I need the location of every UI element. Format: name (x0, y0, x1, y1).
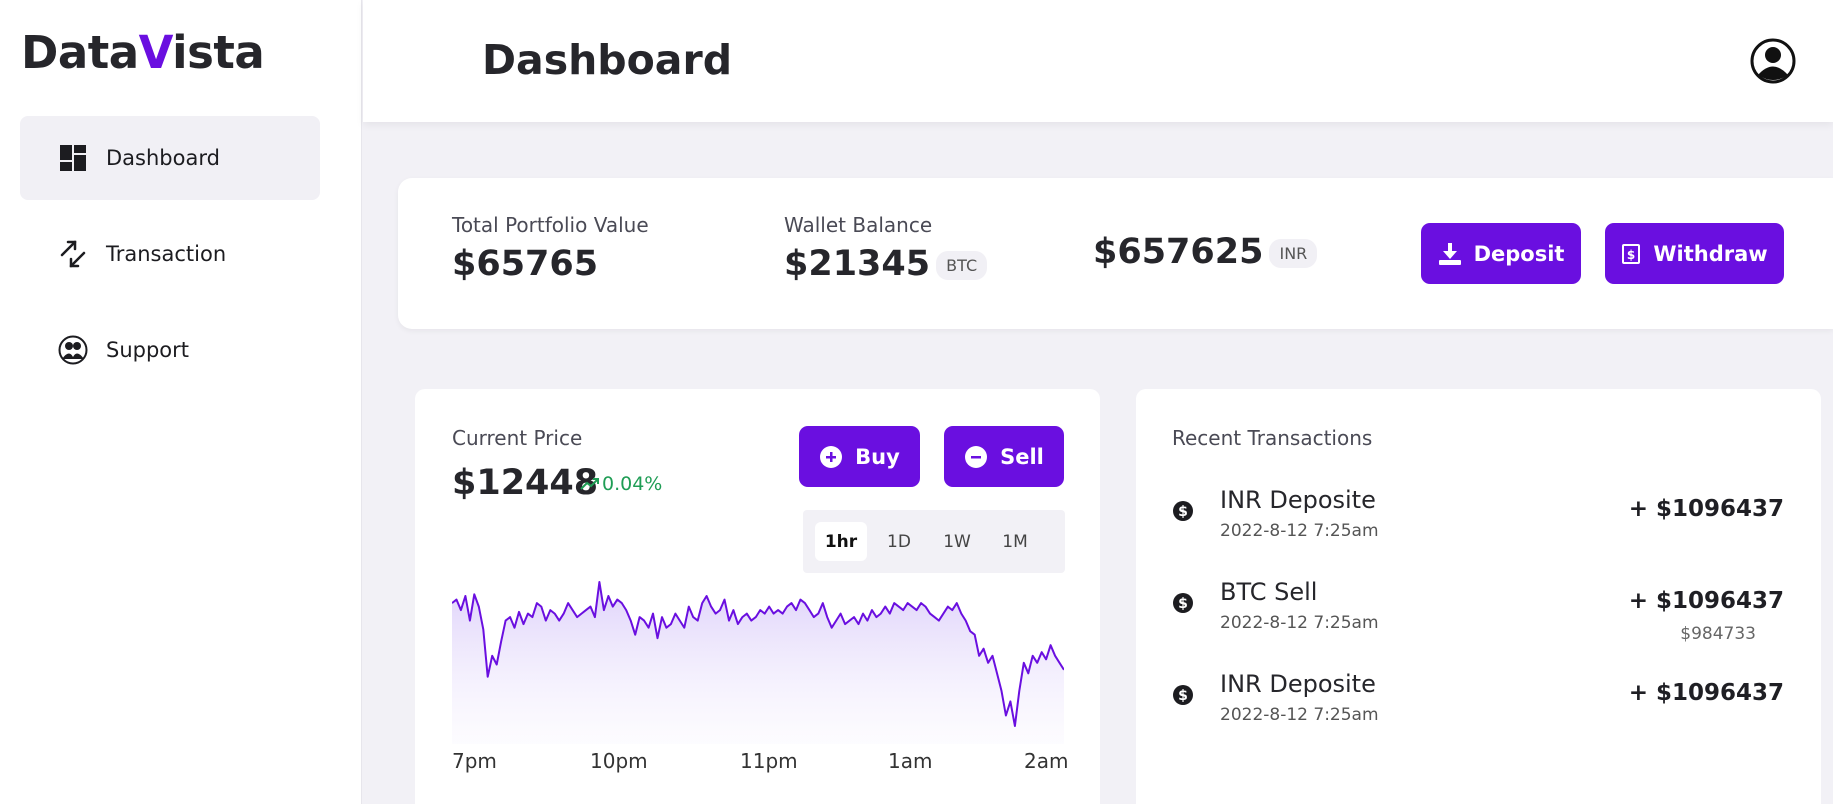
sidebar: DataVista Dashboard Transaction Support (0, 0, 362, 804)
recent-transactions-card: Recent Transactions $ INR Deposite 2022-… (1136, 389, 1821, 804)
svg-text:$: $ (1627, 248, 1635, 262)
transaction-name: INR Deposite (1220, 670, 1376, 698)
buy-label: Buy (855, 444, 900, 469)
transaction-amount: + $1096437 (1628, 496, 1784, 522)
sidebar-item-dashboard[interactable]: Dashboard (20, 116, 320, 200)
wallet-inr-balance: $657625 INR (1093, 232, 1318, 272)
transaction-name: INR Deposite (1220, 486, 1376, 514)
dashboard-icon (58, 143, 88, 173)
transaction-date: 2022-8-12 7:25am (1220, 613, 1379, 633)
sidebar-item-transaction[interactable]: Transaction (20, 212, 320, 296)
minus-circle-icon (965, 445, 988, 468)
dollar-coin-icon: $ (1173, 685, 1193, 705)
transaction-amount: + $1096437 (1628, 680, 1784, 706)
currency-badge-inr: INR (1269, 238, 1318, 268)
transaction-row[interactable]: $ INR Deposite 2022-8-12 7:25am + $10964… (1172, 670, 1784, 740)
x-tick-label: 2am (1024, 749, 1069, 773)
support-people-icon (58, 335, 88, 365)
chart-area-fill (452, 582, 1064, 744)
x-tick-label: 11pm (740, 749, 798, 773)
transaction-name: BTC Sell (1220, 578, 1318, 606)
deposit-button[interactable]: Deposit (1421, 223, 1581, 284)
svg-text:$: $ (1178, 596, 1188, 612)
cash-note-icon: $ (1622, 243, 1641, 264)
timeframe-selector: 1hr 1D 1W 1M (803, 510, 1065, 573)
trending-up-icon (580, 478, 599, 490)
transaction-date: 2022-8-12 7:25am (1220, 521, 1379, 541)
transaction-row[interactable]: $ BTC Sell 2022-8-12 7:25am + $1096437 $… (1172, 578, 1784, 648)
price-change: 0.04% (580, 473, 662, 495)
withdraw-button[interactable]: $ Withdraw (1605, 223, 1784, 284)
balance-card: Total Portfolio Value $65765 Wallet Bala… (398, 178, 1833, 329)
user-avatar-icon[interactable] (1750, 38, 1796, 84)
portfolio-value: $65765 (452, 244, 599, 284)
x-tick-label: 7pm (452, 749, 497, 773)
svg-text:$: $ (1178, 688, 1188, 704)
transaction-sub-amount: $984733 (1680, 624, 1756, 644)
wallet-btc-balance: $21345 BTC (784, 244, 988, 284)
sell-label: Sell (1000, 444, 1044, 469)
timeframe-1m[interactable]: 1M (989, 522, 1041, 561)
dollar-coin-icon: $ (1173, 501, 1193, 521)
transaction-date: 2022-8-12 7:25am (1220, 705, 1379, 725)
timeframe-1d[interactable]: 1D (873, 522, 925, 561)
deposit-label: Deposit (1473, 241, 1565, 266)
sidebar-item-label: Transaction (106, 242, 227, 266)
sidebar-item-label: Support (106, 338, 190, 362)
withdraw-label: Withdraw (1653, 241, 1768, 266)
x-tick-label: 1am (888, 749, 933, 773)
buy-button[interactable]: Buy (799, 426, 920, 487)
plus-circle-icon (820, 445, 843, 468)
timeframe-1hr[interactable]: 1hr (815, 522, 867, 561)
current-price-label: Current Price (452, 426, 583, 450)
brand-logo[interactable]: DataVista (21, 26, 265, 79)
svg-text:$: $ (1178, 504, 1188, 520)
transfer-arrows-icon (58, 239, 88, 269)
sidebar-item-label: Dashboard (106, 146, 220, 170)
sidebar-item-support[interactable]: Support (20, 308, 320, 392)
price-chart (452, 581, 1064, 744)
price-change-value: 0.04% (602, 473, 663, 495)
transaction-amount: + $1096437 (1628, 588, 1784, 614)
download-tray-icon (1438, 242, 1461, 265)
x-tick-label: 10pm (590, 749, 648, 773)
wallet-label: Wallet Balance (784, 213, 933, 237)
currency-badge-btc: BTC (936, 250, 988, 280)
transaction-row[interactable]: $ INR Deposite 2022-8-12 7:25am + $10964… (1172, 486, 1784, 556)
price-card: Current Price $12448 0.04% Buy Sell 1hr … (415, 389, 1100, 804)
sell-button[interactable]: Sell (944, 426, 1064, 487)
page-title: Dashboard (482, 36, 733, 84)
dollar-coin-icon: $ (1173, 593, 1193, 613)
recent-transactions-title: Recent Transactions (1172, 426, 1373, 450)
timeframe-1w[interactable]: 1W (931, 522, 983, 561)
top-header: Dashboard (363, 0, 1833, 122)
portfolio-label: Total Portfolio Value (452, 213, 649, 237)
current-price-value: $12448 (452, 463, 599, 503)
